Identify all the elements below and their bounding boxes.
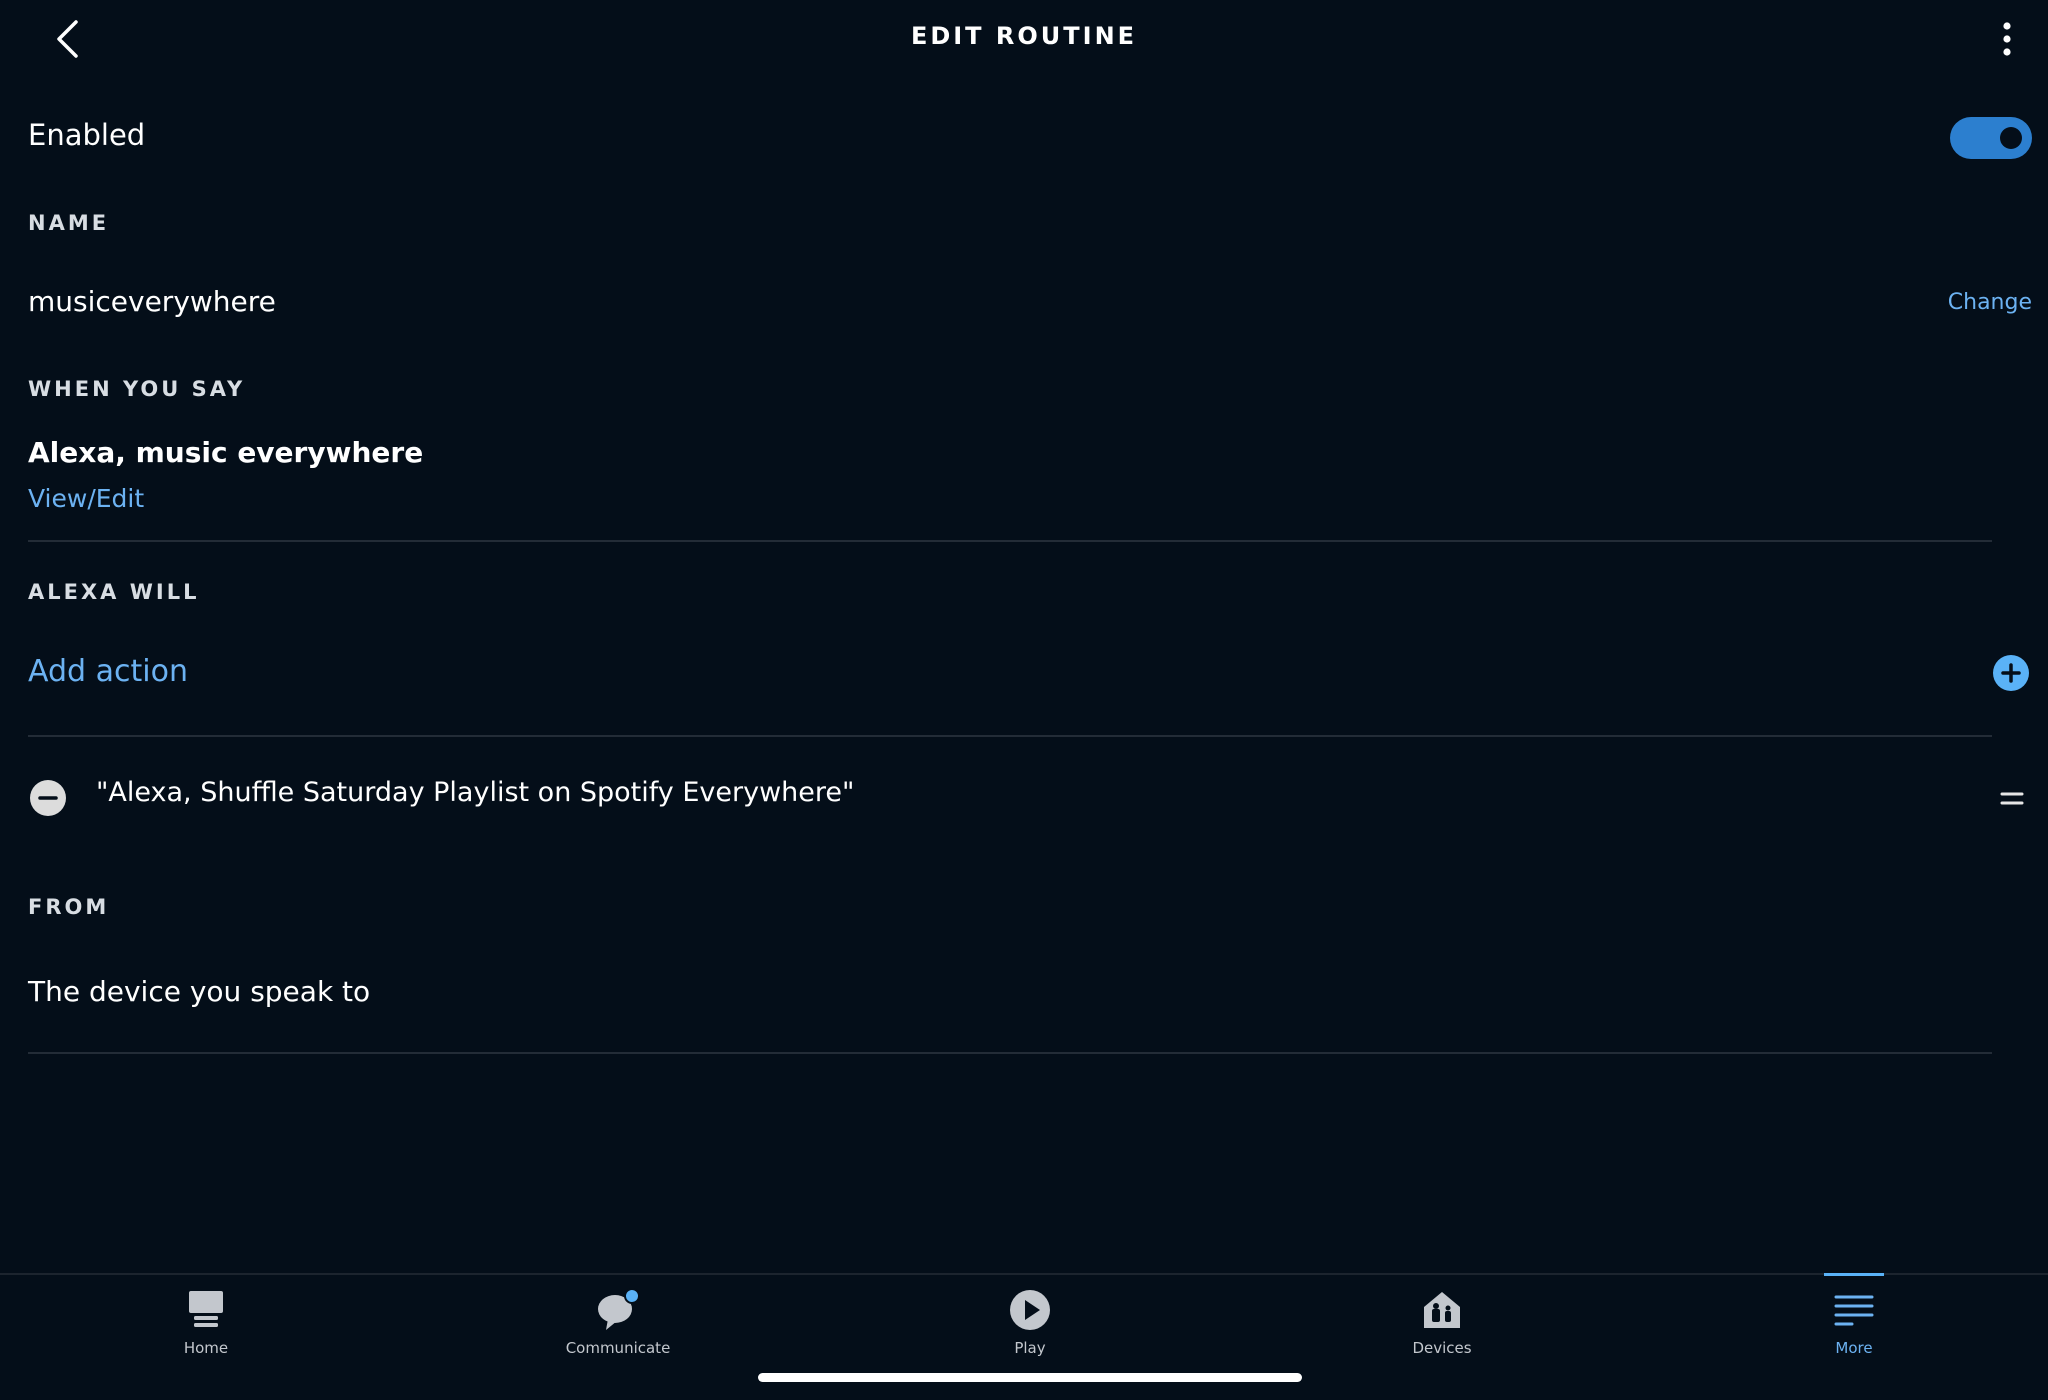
kebab-menu-icon: [2003, 22, 2011, 56]
tab-label: Communicate: [565, 1339, 671, 1357]
divider: [28, 540, 1992, 542]
divider: [28, 1052, 1992, 1054]
more-options-button[interactable]: [1990, 16, 2024, 62]
tab-label: More: [1835, 1339, 1873, 1357]
header: EDIT ROUTINE: [0, 0, 2048, 78]
tab-more[interactable]: More: [1754, 1273, 1954, 1387]
minus-icon: [38, 796, 58, 800]
tab-devices[interactable]: Devices: [1342, 1287, 1542, 1387]
add-action-button[interactable]: [1993, 655, 2029, 691]
tab-play[interactable]: Play: [930, 1287, 1130, 1387]
toggle-knob: [2000, 127, 2022, 149]
from-section-label: FROM: [28, 895, 110, 919]
change-name-link[interactable]: Change: [1948, 290, 2032, 315]
enabled-toggle[interactable]: [1950, 117, 2032, 159]
tab-label: Devices: [1412, 1339, 1472, 1357]
name-section-label: NAME: [28, 211, 110, 235]
home-indicator[interactable]: [758, 1373, 1302, 1382]
tab-label: Home: [183, 1339, 229, 1357]
home-echo-icon: [189, 1291, 223, 1327]
action-item-text[interactable]: "Alexa, Shuffle Saturday Playlist on Spo…: [96, 777, 854, 808]
active-tab-indicator: [1824, 1273, 1884, 1276]
add-action-link[interactable]: Add action: [28, 654, 188, 689]
trigger-phrase: Alexa, music everywhere: [28, 436, 424, 469]
enabled-label: Enabled: [28, 118, 146, 152]
page-title: EDIT ROUTINE: [910, 22, 1138, 50]
tab-home[interactable]: Home: [106, 1287, 306, 1387]
tab-communicate[interactable]: Communicate: [518, 1287, 718, 1387]
view-edit-link[interactable]: View/Edit: [28, 484, 144, 513]
hamburger-menu-icon: [1834, 1295, 1874, 1326]
alexa-will-section-label: ALEXA WILL: [28, 580, 200, 604]
plus-icon: [2001, 663, 2021, 683]
play-icon: [1010, 1290, 1050, 1330]
remove-action-button[interactable]: [30, 780, 66, 816]
chat-bubble-icon: [598, 1288, 640, 1330]
tab-label: Play: [1014, 1339, 1046, 1357]
when-you-say-section-label: WHEN YOU SAY: [28, 377, 246, 401]
devices-house-icon: [1424, 1292, 1460, 1328]
drag-handle-icon: [2000, 792, 2024, 805]
divider: [28, 735, 1992, 737]
reorder-handle[interactable]: [2000, 788, 2024, 810]
routine-name-value: musiceverywhere: [28, 285, 276, 318]
from-device-value[interactable]: The device you speak to: [28, 975, 370, 1008]
